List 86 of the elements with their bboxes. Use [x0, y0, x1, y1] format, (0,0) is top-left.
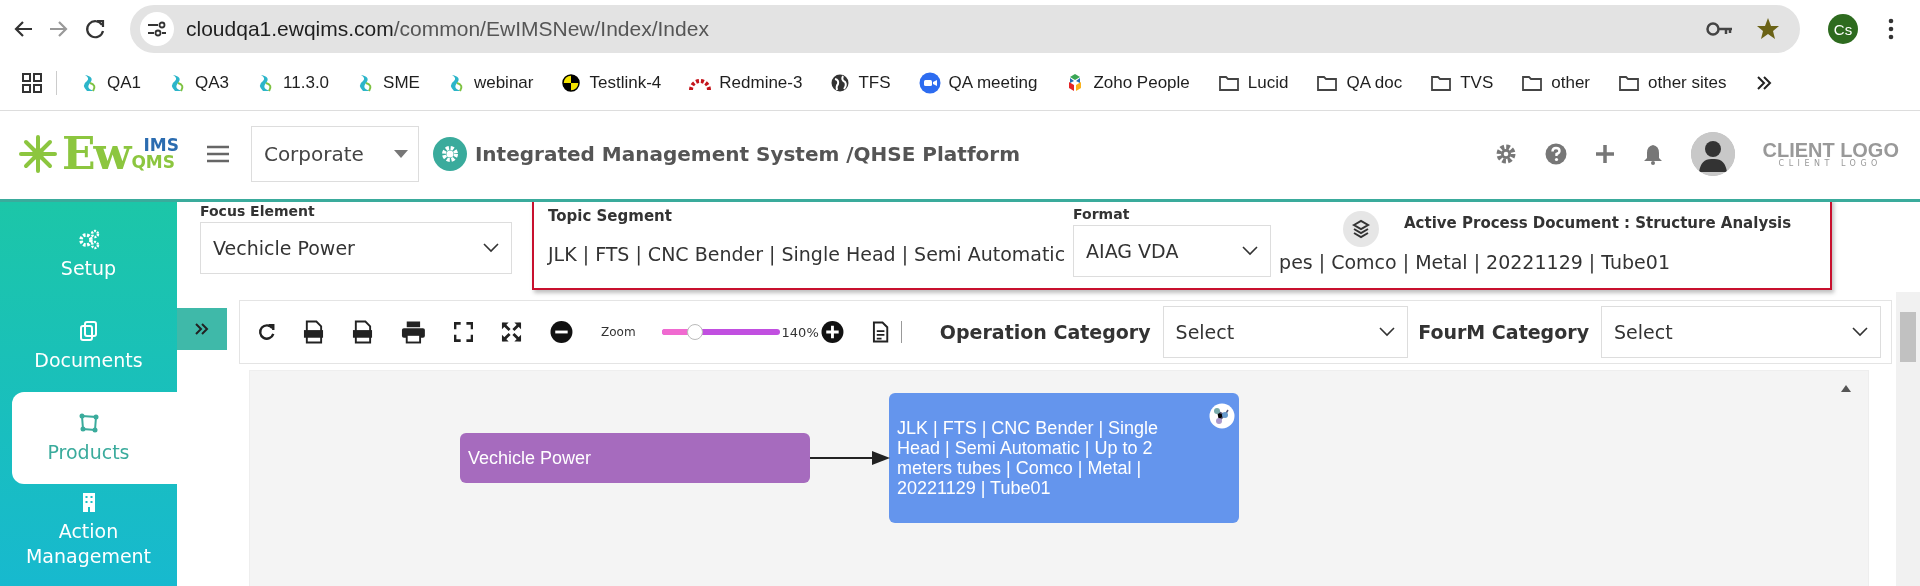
bookmark[interactable]: webinar — [433, 65, 548, 101]
focus-element-select[interactable]: Vechicle Power — [200, 222, 512, 274]
target-icon — [561, 73, 582, 93]
bookmark[interactable]: Testlink-4 — [547, 65, 676, 101]
bookmark[interactable]: TFS — [816, 65, 905, 101]
folder-icon — [1316, 74, 1339, 92]
zoom-out-icon[interactable] — [550, 320, 574, 344]
field-label: Focus Element — [200, 202, 315, 220]
key-icon[interactable] — [1706, 21, 1734, 37]
bookmark[interactable]: QA3 — [155, 65, 244, 101]
globe-icon — [830, 73, 851, 93]
refresh-icon[interactable] — [258, 323, 276, 341]
menu-icon[interactable] — [206, 144, 229, 163]
caret-icon — [393, 149, 408, 158]
site-settings-icon[interactable] — [147, 21, 167, 37]
profile-avatar[interactable]: Cs — [1828, 14, 1858, 44]
chevron-double-right-icon[interactable] — [1756, 75, 1773, 91]
app-title: Integrated Management System /QHSE Platform — [474, 141, 1021, 166]
molecule-icon[interactable] — [1209, 403, 1235, 429]
copy-icon — [77, 319, 100, 342]
layers-icon[interactable] — [1342, 210, 1380, 248]
format-select[interactable]: AIAG VDA — [1073, 225, 1272, 277]
zoom-in-icon[interactable] — [820, 320, 844, 344]
gear-icon[interactable] — [432, 136, 467, 171]
logo-text: IMS — [142, 136, 179, 154]
fullscreen-icon[interactable] — [454, 322, 474, 342]
bookmark[interactable]: 11.3.0 — [243, 65, 344, 101]
bookmark[interactable]: QA1 — [67, 65, 156, 101]
client-logo-subtext: CLIENT LOGO — [1778, 160, 1882, 168]
folder-icon — [1217, 74, 1240, 92]
field-label: Topic Segment — [548, 207, 672, 225]
print-icon[interactable] — [401, 320, 426, 344]
zoom-label: Zoom — [601, 325, 636, 339]
operation-category-select[interactable]: Select — [1162, 306, 1409, 358]
add-icon[interactable] — [1594, 143, 1615, 164]
active-document-label: Active Process Document : Structure Analysis — [1404, 214, 1792, 232]
more-menu-icon[interactable] — [1888, 18, 1894, 40]
folder-icon — [1430, 74, 1453, 92]
vector-shape-icon — [77, 411, 100, 434]
field-label: FourM Category — [1418, 321, 1589, 343]
logo-text: QMS — [131, 153, 177, 171]
user-avatar-icon[interactable] — [1690, 131, 1735, 176]
bookmark[interactable]: Zoho People — [1051, 65, 1204, 101]
bookmark[interactable]: SME — [343, 65, 434, 101]
field-label: Operation Category — [939, 321, 1151, 343]
bookmark[interactable]: Redmine-3 — [675, 65, 817, 101]
video-call-icon — [918, 72, 941, 94]
bookmark[interactable]: Lucid — [1203, 65, 1303, 101]
zoom-slider-thumb[interactable] — [687, 324, 704, 340]
notification-bell-icon[interactable] — [1642, 142, 1663, 165]
chevron-down-icon — [1242, 246, 1259, 256]
star-icon[interactable] — [1756, 17, 1780, 41]
gears-icon — [77, 227, 100, 250]
address-bar[interactable]: cloudqa1.ewqims.com/common/EwIMSNew/Index/Index — [130, 5, 1800, 53]
bookmark[interactable]: other — [1507, 65, 1604, 101]
bookmark[interactable]: TVS — [1416, 65, 1508, 101]
help-icon[interactable] — [1544, 142, 1567, 165]
chevron-down-icon — [1852, 327, 1868, 337]
reload-icon[interactable] — [84, 18, 106, 40]
chevron-double-right-icon — [195, 323, 209, 335]
chevron-down-icon — [483, 243, 499, 253]
fourm-category-select[interactable]: Select — [1601, 306, 1881, 358]
field-label: Format — [1073, 205, 1130, 223]
snowflake-icon — [18, 133, 58, 174]
fit-to-screen-icon[interactable] — [501, 321, 523, 343]
topic-segment-text: JLK | FTS | CNC Bender | Single Head | Semi Automatic — [548, 243, 1066, 265]
bookmark[interactable]: other sites — [1604, 65, 1741, 101]
svg-file-icon[interactable] — [303, 320, 325, 344]
scrollbar[interactable] — [1896, 292, 1920, 586]
expand-sidebar-button[interactable] — [177, 308, 227, 350]
site-select[interactable]: Corporate — [250, 125, 419, 182]
zoom-reading: 140% — [781, 324, 819, 340]
settings-icon[interactable] — [1494, 142, 1517, 165]
folder-icon — [1521, 74, 1544, 92]
diagram-node[interactable]: Vechicle Power — [460, 433, 810, 483]
folder-icon — [1618, 74, 1640, 92]
topic-segment-text: pes | Comco | Metal | 20221129 | Tube01 — [1279, 251, 1670, 273]
scroll-up-arrow-icon[interactable] — [1840, 383, 1852, 393]
bookmark[interactable]: QA doc — [1302, 65, 1417, 101]
client-logo-text: CLIENT LOGO — [1762, 139, 1899, 160]
logo-text: Ew — [62, 131, 130, 176]
bookmark[interactable]: QA meeting — [904, 65, 1052, 101]
png-file-icon[interactable] — [352, 320, 374, 344]
document-icon[interactable] — [871, 321, 889, 343]
chevron-down-icon — [1379, 327, 1396, 337]
apps-grid-icon[interactable] — [22, 73, 42, 93]
